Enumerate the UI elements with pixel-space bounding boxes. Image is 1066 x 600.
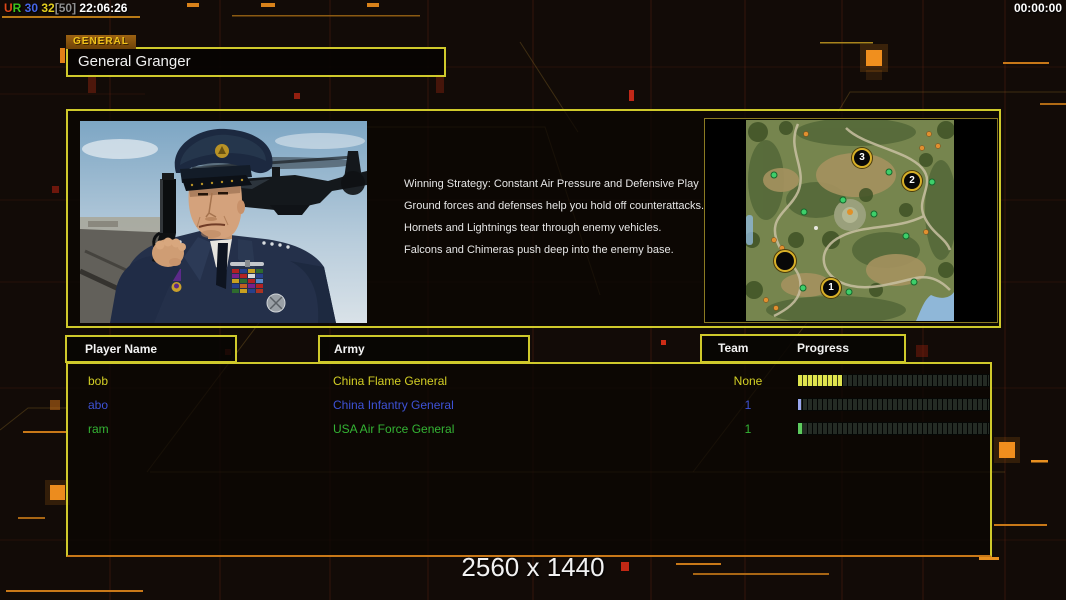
progress-fill [798, 399, 801, 410]
player-army: USA Air Force General [333, 422, 455, 436]
general-tab: GENERAL [66, 35, 136, 49]
header-team-label: Team [718, 341, 749, 355]
header-team-progress: Team Progress [700, 334, 906, 363]
player-army: China Flame General [333, 374, 448, 388]
general-name-box[interactable]: General Granger [66, 47, 446, 77]
player-progress-bar [798, 375, 989, 386]
network-stats-text: UR 30 32[50] 22:06:26 [4, 1, 127, 15]
net-cap-value: [50] [54, 1, 77, 15]
resolution-label: 2560 x 1440 [461, 552, 605, 582]
briefing-panel: Winning Strategy: Constant Air Pressure … [66, 109, 1001, 328]
header-progress-label: Progress [797, 341, 850, 355]
progress-fill [798, 375, 842, 386]
player-progress-bar [798, 399, 989, 410]
header-player-name: Player Name [65, 335, 237, 363]
player-team: 1 [744, 422, 752, 436]
strategy-line-2: Ground forces and defenses help you hold… [404, 200, 705, 212]
player-row: bob China Flame General None [68, 369, 989, 393]
net-latency-value: 32 [38, 1, 55, 15]
header-army: Army [318, 335, 530, 363]
player-name: ram [88, 422, 109, 436]
map-preview: 3 2 1 [744, 118, 957, 324]
map-marker-3: 3 [852, 148, 872, 168]
map-preview-box: 3 2 1 [704, 118, 998, 324]
net-fps-value: 30 [21, 1, 39, 15]
map-marker-2: 2 [902, 171, 922, 191]
strategy-text: Winning Strategy: Constant Air Pressure … [404, 179, 704, 267]
map-terrain-image [744, 118, 957, 324]
clock-text: 22:06:26 [76, 1, 128, 15]
player-team: 1 [744, 398, 752, 412]
player-row: ram USA Air Force General 1 [68, 417, 989, 441]
map-marker-empty [774, 250, 796, 272]
net-update-rate: U [4, 1, 13, 15]
game-lobby-screen: UR 30 32[50] 22:06:26 00:00:00 GENERAL G… [0, 0, 1066, 600]
general-name-text: General Granger [78, 53, 191, 70]
player-progress-bar [798, 423, 989, 434]
strategy-line-4: Falcons and Chimeras push deep into the … [404, 244, 674, 256]
header-player-name-label: Player Name [85, 342, 158, 356]
strategy-line-3: Hornets and Lightnings tear through enem… [404, 222, 662, 234]
player-name: abo [88, 398, 109, 412]
header-army-label: Army [334, 342, 365, 356]
player-army: China Infantry General [333, 398, 454, 412]
strategy-line-1: Winning Strategy: Constant Air Pressure … [404, 178, 699, 190]
general-portrait [80, 121, 367, 323]
general-portrait-image [80, 121, 367, 323]
progress-fill [798, 423, 803, 434]
player-name: bob [88, 374, 109, 388]
player-team: None [733, 374, 763, 388]
player-row: abo China Infantry General 1 [68, 393, 989, 417]
match-timer: 00:00:00 [1013, 1, 1062, 15]
map-marker-1: 1 [821, 278, 841, 298]
players-panel: bob China Flame General None abo China I… [66, 362, 992, 557]
